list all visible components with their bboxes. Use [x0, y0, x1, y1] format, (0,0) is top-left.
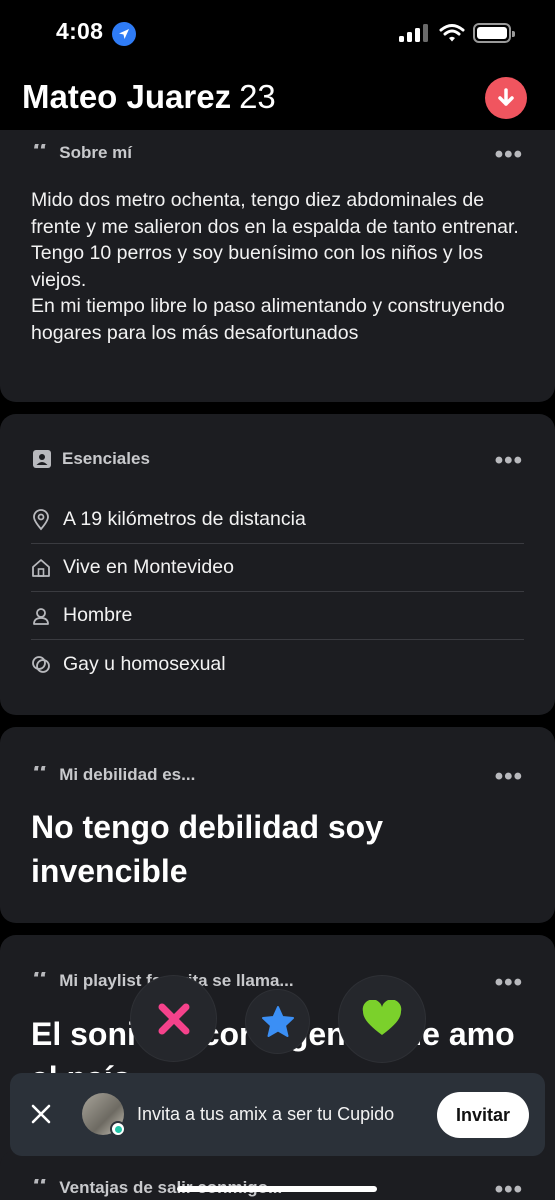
close-icon[interactable] — [30, 1103, 52, 1125]
essentials-list: A 19 kilómetros de distancia Vive en Mon… — [31, 496, 524, 688]
cellular-signal-icon — [399, 24, 429, 42]
wifi-icon — [439, 23, 465, 48]
id-card-icon — [33, 450, 51, 468]
city-label: Vive en Montevideo — [63, 556, 234, 578]
list-item: Vive en Montevideo — [31, 544, 524, 592]
about-card: “ Sobre mí ••• Mido dos metro ochenta, t… — [0, 130, 555, 402]
profile-name: Mateo Juarez — [22, 78, 232, 115]
orientation-label: Gay u homosexual — [63, 652, 226, 675]
about-text: Mido dos metro ochenta, tengo diez abdom… — [31, 189, 519, 344]
orientation-icon — [32, 656, 50, 673]
arrow-down-icon — [498, 88, 514, 106]
more-options-button[interactable]: ••• — [495, 971, 523, 995]
about-title: Sobre mí — [59, 143, 133, 162]
list-item: A 19 kilómetros de distancia — [31, 496, 524, 544]
essentials-card-header: Esenciales — [32, 449, 150, 469]
collapse-profile-button[interactable] — [485, 77, 527, 119]
status-time: 4:08 — [56, 18, 104, 44]
status-bar: 4:08 — [0, 0, 555, 66]
profile-age: 23 — [239, 78, 276, 115]
cupid-badge-icon — [110, 1121, 126, 1137]
prompt-title: Mi debilidad es... — [59, 765, 196, 784]
quote-icon: “ — [32, 972, 50, 990]
prompt-card-header: “ Mi debilidad es... — [32, 765, 195, 785]
prompt-card: “ Mi debilidad es... ••• No tengo debili… — [0, 727, 555, 923]
invite-button[interactable]: Invitar — [437, 1092, 529, 1138]
profile-header: Mateo Juarez 23 — [22, 78, 276, 116]
quote-icon: “ — [32, 144, 50, 162]
prompt-answer: No tengo debilidad soy invencible — [31, 809, 384, 889]
list-item: Gay u homosexual — [31, 640, 524, 688]
quote-icon: “ — [32, 1179, 50, 1197]
essentials-title: Esenciales — [62, 449, 150, 468]
quote-icon: “ — [32, 766, 50, 784]
more-options-button[interactable]: ••• — [495, 449, 523, 473]
more-options-button[interactable]: ••• — [495, 765, 523, 789]
prompt-card: “ Ventajas de salir conmigo... ••• — [0, 1150, 555, 1200]
star-icon — [261, 1005, 294, 1037]
battery-icon — [473, 23, 515, 43]
invite-text: Invita a tus amix a ser tu Cupido — [137, 1104, 395, 1124]
distance-label: A 19 kilómetros de distancia — [63, 508, 306, 530]
about-card-header: “ Sobre mí — [32, 143, 132, 163]
list-item: Hombre — [31, 592, 524, 640]
location-arrow-icon — [112, 22, 136, 46]
heart-icon — [362, 1000, 402, 1035]
nope-icon — [158, 1003, 189, 1034]
more-options-button[interactable]: ••• — [495, 143, 523, 167]
location-pin-icon — [33, 508, 49, 530]
more-options-button[interactable]: ••• — [495, 1178, 523, 1200]
person-icon — [33, 607, 49, 625]
nope-button[interactable] — [131, 976, 216, 1061]
like-button[interactable] — [339, 976, 425, 1062]
essentials-card: Esenciales ••• A 19 kilómetros de distan… — [0, 414, 555, 715]
gender-label: Hombre — [63, 604, 133, 626]
super-like-button[interactable] — [246, 990, 309, 1053]
home-indicator[interactable] — [177, 1186, 377, 1192]
home-icon — [32, 558, 50, 577]
invite-toast: Invita a tus amix a ser tu Cupido Invita… — [10, 1073, 545, 1156]
avatar — [82, 1093, 126, 1137]
